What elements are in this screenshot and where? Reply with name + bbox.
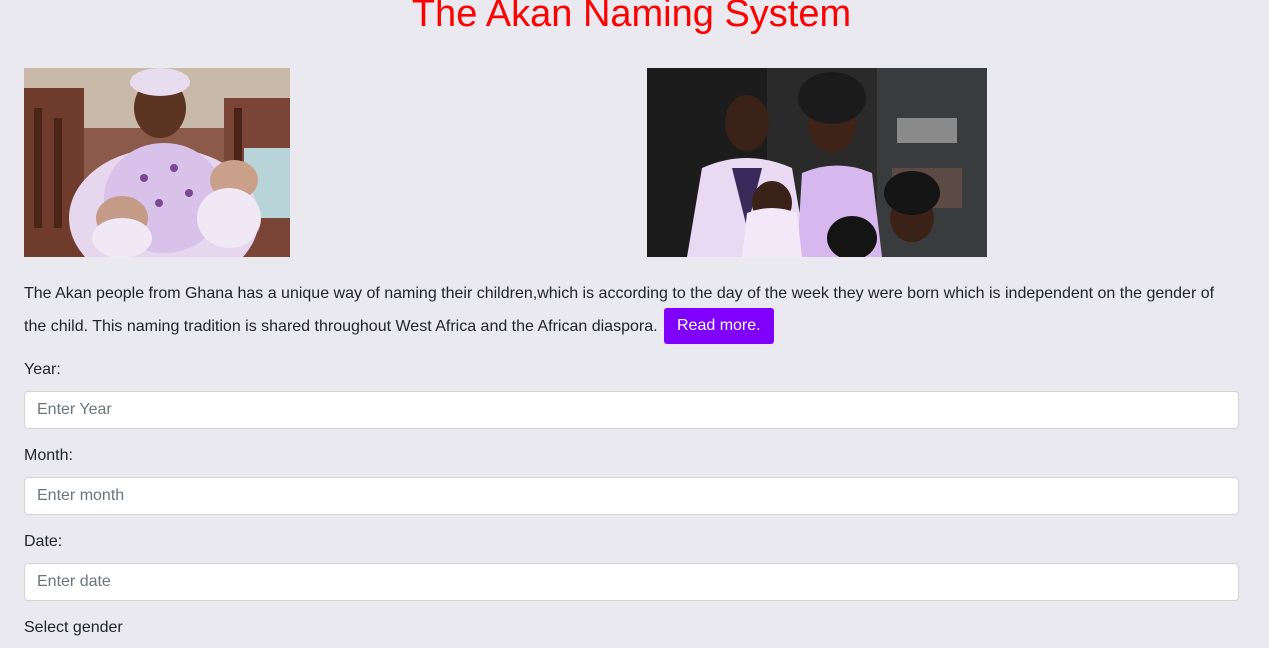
mother-with-twins-photo: [24, 68, 290, 257]
intro-paragraph: The Akan people from Ghana has a unique …: [24, 279, 1239, 345]
date-input[interactable]: [24, 563, 1239, 601]
intro-text: The Akan people from Ghana has a unique …: [24, 285, 1215, 336]
gender-label: Select gender: [24, 619, 123, 636]
date-label: Date:: [24, 533, 63, 550]
read-more-button[interactable]: Read more.: [664, 308, 774, 344]
family-portrait-photo: [647, 68, 987, 257]
month-input[interactable]: [24, 477, 1239, 515]
page-title: The Akan Naming System: [411, 0, 852, 35]
year-label: Year:: [24, 361, 61, 378]
page: The Akan Naming System The Akan people f…: [0, 0, 1269, 648]
year-input[interactable]: [24, 391, 1239, 429]
month-label: Month:: [24, 447, 73, 464]
